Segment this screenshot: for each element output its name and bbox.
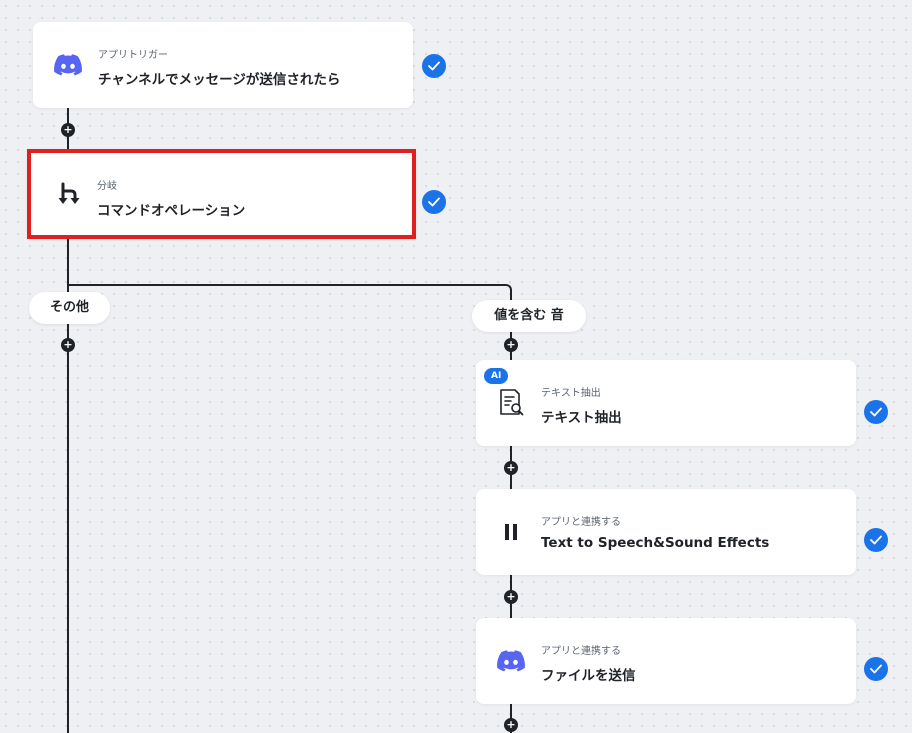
node-title: チャンネルでメッセージが送信されたら [98,72,341,88]
check-icon [864,528,888,552]
text-to-speech-node-card[interactable]: アプリと連携する Text to Speech&Sound Effects [476,489,856,575]
discord-icon [53,50,83,80]
node-subtitle: テキスト抽出 [541,388,601,399]
add-step-button[interactable]: + [504,461,518,475]
check-icon [422,190,446,214]
node-subtitle: アプリと連携する [541,517,621,528]
discord-icon [496,646,526,676]
document-search-icon [496,388,526,418]
check-icon [864,400,888,424]
node-title: テキスト抽出 [541,410,622,426]
pause-icon [496,517,526,547]
node-title: ファイルを送信 [541,668,636,684]
node-title: Text to Speech&Sound Effects [541,535,770,551]
connector-line [67,284,505,286]
check-icon [864,657,888,681]
node-subtitle: アプリと連携する [541,646,621,657]
node-subtitle: アプリトリガー [98,50,168,61]
branch-node-card[interactable]: 分岐 コマンドオペレーション [27,149,416,239]
ai-badge: AI [484,368,509,384]
branch-icon [55,179,85,209]
node-title: コマンドオペレーション [97,203,246,219]
add-step-button[interactable]: + [61,123,75,137]
send-file-node-card[interactable]: アプリと連携する ファイルを送信 [476,618,856,704]
node-subtitle: 分岐 [97,181,117,192]
check-icon [422,54,446,78]
text-extraction-node-card[interactable]: AI テキスト抽出 テキスト抽出 [476,360,856,446]
branch-label-contains-value[interactable]: 値を含む 音 [472,300,586,332]
add-step-button[interactable]: + [504,590,518,604]
trigger-node-card[interactable]: アプリトリガー チャンネルでメッセージが送信されたら [33,22,413,108]
branch-label-other[interactable]: その他 [29,292,110,324]
add-step-button[interactable]: + [61,338,75,352]
add-step-button[interactable]: + [504,718,518,732]
add-step-button[interactable]: + [504,338,518,352]
